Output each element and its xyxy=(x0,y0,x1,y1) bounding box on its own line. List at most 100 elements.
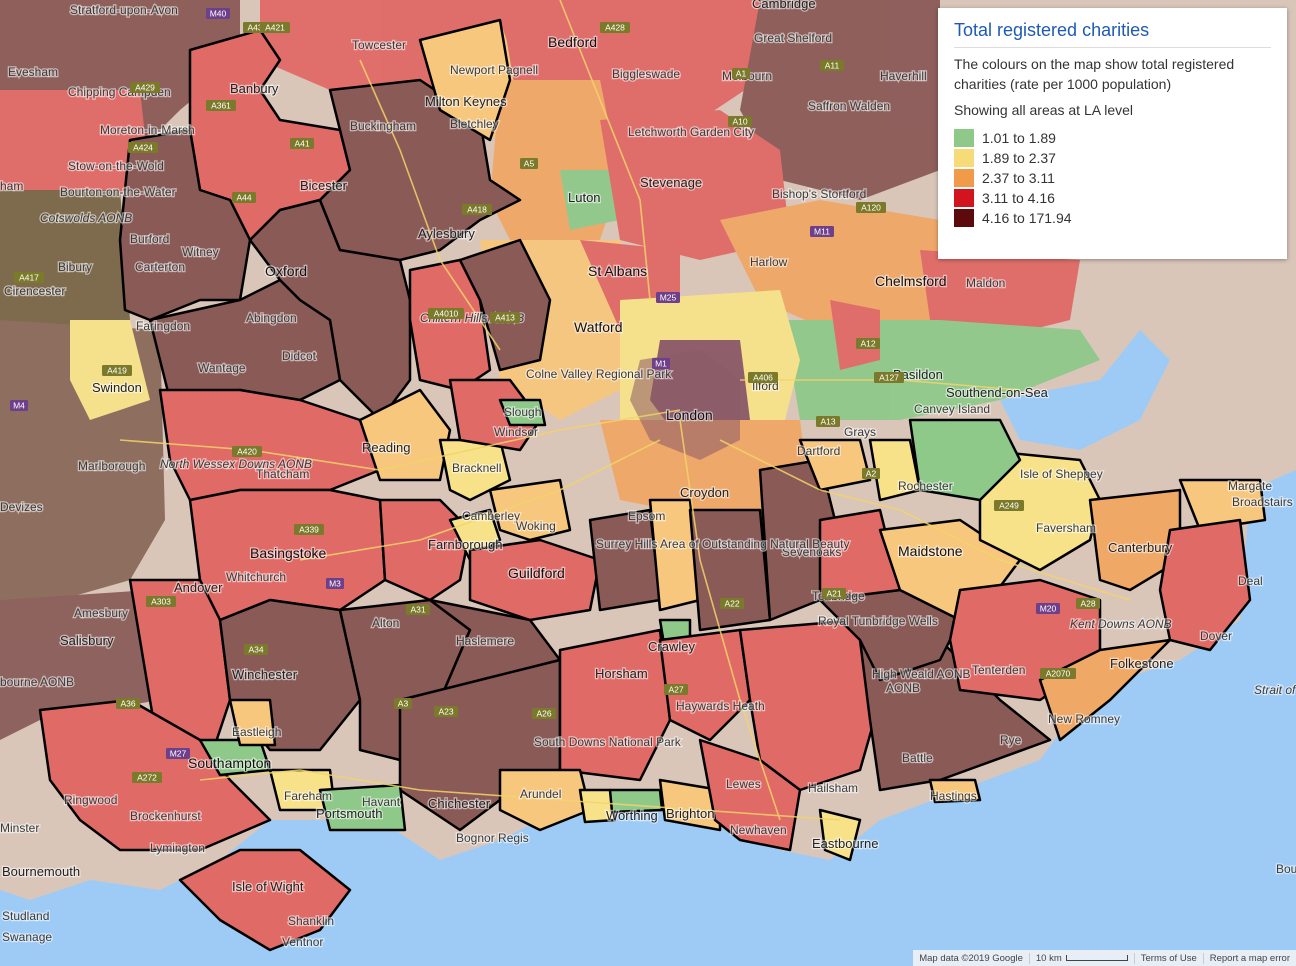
legend-item: 1.89 to 2.37 xyxy=(954,148,1271,168)
label-brockenhurst: Brockenhurst xyxy=(130,809,201,823)
road-label: A26 xyxy=(536,709,551,719)
road-label: A428 xyxy=(605,23,625,33)
label-studland: Studland xyxy=(2,909,49,923)
label-surrey-hills: Surrey Hills Area of Outstanding Natural… xyxy=(596,537,849,551)
label-haywards: Haywards Heath xyxy=(676,699,765,713)
label-swanage: Swanage xyxy=(2,930,52,944)
label-camberley: Camberley xyxy=(462,509,520,523)
road-label: A10 xyxy=(732,117,747,127)
report-error-link[interactable]: Report a map error xyxy=(1202,952,1296,964)
label-bletchley: Bletchley xyxy=(450,117,499,131)
label-stevenage: Stevenage xyxy=(640,175,702,190)
la-tandridge xyxy=(688,508,772,632)
label-ringwood: Ringwood xyxy=(64,793,117,807)
label-thatcham: Thatcham xyxy=(256,467,309,481)
label-havant: Havant xyxy=(362,795,401,809)
panel-level-note: Showing all areas at LA level xyxy=(954,102,1133,118)
label-new-romney: New Romney xyxy=(1048,712,1120,726)
road-label: A41 xyxy=(294,139,309,149)
label-arundel: Arundel xyxy=(520,787,561,801)
label-evesham: Evesham xyxy=(8,65,58,79)
label-luton: Luton xyxy=(568,190,601,205)
label-windsor: Windsor xyxy=(494,425,538,439)
road-label: M25 xyxy=(660,293,677,303)
legend-label: 4.16 to 171.94 xyxy=(982,210,1072,226)
label-chichester: Chichester xyxy=(428,796,491,811)
label-didcot: Didcot xyxy=(282,349,317,363)
label-croydon: Croydon xyxy=(680,485,729,500)
road-label: A3 xyxy=(398,699,409,709)
label-folkestone: Folkestone xyxy=(1110,656,1174,671)
label-st-albans: St Albans xyxy=(588,263,647,279)
label-southend: Southend-on-Sea xyxy=(946,385,1049,400)
label-woking: Woking xyxy=(516,519,556,533)
legend-swatch xyxy=(954,169,974,187)
road-label: M27 xyxy=(170,749,187,759)
label-south-downs: South Downs National Park xyxy=(534,735,682,749)
label-brighton: Brighton xyxy=(666,806,714,821)
label-eastleigh: Eastleigh xyxy=(232,725,281,739)
label-chelmsford: Chelmsford xyxy=(875,273,947,289)
road-label: A418 xyxy=(467,205,487,215)
label-epsom: Epsom xyxy=(628,509,665,523)
label-colne: Colne Valley Regional Park xyxy=(526,367,672,381)
label-bognor: Bognor Regis xyxy=(456,831,529,845)
road-label: A419 xyxy=(107,366,127,376)
label-canvey: Canvey Island xyxy=(914,402,990,416)
label-strait: Strait of xyxy=(1254,683,1296,697)
label-whitchurch: Whitchurch xyxy=(226,570,286,584)
label-canterbury: Canterbury xyxy=(1108,540,1173,555)
label-ham: ham xyxy=(0,179,23,193)
map-data-credit: Map data ©2019 Google xyxy=(919,952,1023,964)
label-dover: Dover xyxy=(1200,629,1232,643)
road-label: A361 xyxy=(211,101,231,111)
terms-link[interactable]: Terms of Use xyxy=(1133,952,1203,964)
label-cirencester: Cirencester xyxy=(4,284,65,298)
label-letchworth: Letchworth Garden City xyxy=(628,125,754,139)
label-towcester: Towcester xyxy=(352,38,406,52)
legend-panel: Total registered charities The colours o… xyxy=(938,8,1287,259)
label-burford: Burford xyxy=(130,232,169,246)
label-stow: Stow-on-the-Wold xyxy=(68,159,164,173)
label-basingstoke: Basingstoke xyxy=(250,545,326,561)
road-label: A27 xyxy=(668,685,683,695)
road-label: M3 xyxy=(329,579,341,589)
label-banbury: Banbury xyxy=(230,81,279,96)
label-dartford: Dartford xyxy=(797,444,840,458)
label-haslemere: Haslemere xyxy=(456,634,514,648)
road-label: A127 xyxy=(879,373,899,383)
label-faringdon: Faringdon xyxy=(136,319,190,333)
label-faversham: Faversham xyxy=(1036,521,1096,535)
legend-item: 3.11 to 4.16 xyxy=(954,188,1271,208)
road-label: A36 xyxy=(120,699,135,709)
label-lymington: Lymington xyxy=(150,841,205,855)
label-slough: Slough xyxy=(504,405,541,419)
label-kent-downs: Kent Downs AONB xyxy=(1070,617,1172,631)
label-alton: Alton xyxy=(372,616,399,630)
label-lewes: Lewes xyxy=(726,777,761,791)
label-worthing: Worthing xyxy=(606,808,658,823)
label-maidstone: Maidstone xyxy=(898,543,963,559)
label-tenterden: Tenterden xyxy=(972,663,1025,677)
label-amesbury: Amesbury xyxy=(74,606,128,620)
label-great-shelford: Great Shelford xyxy=(754,31,832,45)
label-winchester: Winchester xyxy=(232,667,298,682)
label-cambridge: Cambridge xyxy=(752,0,816,11)
label-saffron: Saffron Walden xyxy=(808,99,890,113)
label-shanklin: Shanklin xyxy=(288,914,334,928)
label-milton-keynes: Milton Keynes xyxy=(425,94,507,109)
label-maldon: Maldon xyxy=(966,276,1005,290)
road-label: A34 xyxy=(248,645,263,655)
label-london: London xyxy=(666,407,713,423)
label-harlow: Harlow xyxy=(750,255,788,269)
road-label: A22 xyxy=(724,599,739,609)
label-hastings: Hastings xyxy=(930,789,977,803)
road-label: A31 xyxy=(410,605,425,615)
road-label: A4010 xyxy=(434,309,459,319)
road-label: A339 xyxy=(299,525,319,535)
label-farnborough: Farnborough xyxy=(428,537,502,552)
road-label: A2 xyxy=(866,469,877,479)
label-bishops: Bishop's Stortford xyxy=(772,187,866,201)
legend-swatch xyxy=(954,149,974,167)
label-buckingham: Buckingham xyxy=(350,119,416,133)
